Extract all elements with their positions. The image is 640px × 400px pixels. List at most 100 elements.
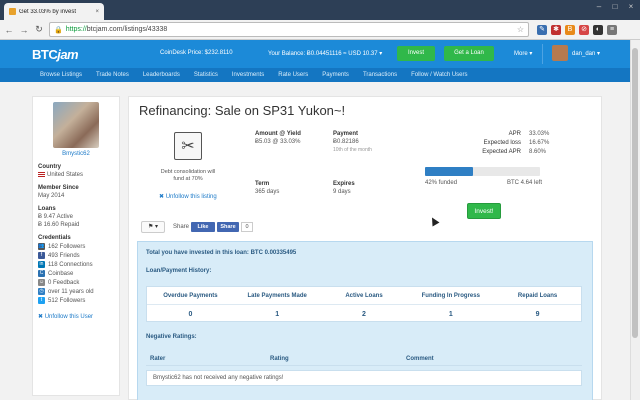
loans-repaid: Ƀ 16.60 Repaid [38, 222, 80, 229]
scissors-icon: ✂ [174, 132, 202, 160]
invest-now-button[interactable]: Invest! [467, 203, 501, 219]
credential-text: 512 Followers [48, 297, 86, 304]
maximize-icon[interactable]: □ [610, 3, 620, 11]
minimize-icon[interactable]: – [594, 3, 604, 11]
forward-icon[interactable]: → [19, 25, 29, 35]
credential-text: 162 Followers [48, 243, 86, 250]
linkedin-icon: in [38, 261, 45, 269]
unfollow-listing-link[interactable]: ✖ Unfollow this listing [159, 193, 217, 200]
extension-icon[interactable]: ✎ [537, 24, 547, 35]
url-input[interactable]: 🔒 https:// btcjam.com/listings/43338 ☆ [49, 22, 529, 37]
bitcoin-icon[interactable]: B [565, 24, 575, 35]
credential-item: in 118 Connections [38, 261, 114, 269]
nav-statistics[interactable]: Statistics [194, 72, 218, 78]
btcjam-logo[interactable]: BTCjam [32, 47, 79, 62]
table-header: Overdue Payments Late Payments Made Acti… [147, 287, 581, 305]
col-funding-in-progress: Funding In Progress [421, 292, 480, 299]
funding-progress-fill [425, 167, 474, 176]
nav-leaderboards[interactable]: Leaderboards [143, 72, 180, 78]
close-tab-icon[interactable]: × [95, 9, 99, 15]
col-overdue-payments: Overdue Payments [163, 292, 218, 299]
facebook-like-button[interactable]: Like [191, 222, 215, 232]
credentials-list: 👥 162 Followers f 493 Friends in 118 Connecti… [38, 243, 114, 305]
close-window-icon[interactable]: × [626, 3, 636, 11]
more-dropdown[interactable]: More ▾ [514, 50, 532, 57]
negative-ratings-header: Rater Rating Comment [146, 352, 582, 366]
credential-text: 118 Connections [48, 261, 93, 268]
member-since-label: Member Since [38, 185, 79, 192]
col-rater: Rater [150, 355, 166, 362]
nav-investments[interactable]: Investments [232, 72, 264, 78]
loans-active: Ƀ 9.47 Active [38, 214, 74, 221]
browser-tab[interactable]: Get 33.03% by invest × [4, 3, 104, 20]
extension-icon[interactable]: ◐ [593, 24, 603, 35]
user-avatar[interactable] [552, 45, 568, 61]
get-loan-button[interactable]: Get a Loan [444, 46, 494, 61]
facebook-share-button[interactable]: Share [217, 222, 239, 232]
credential-item: ◷ over 11 years old [38, 288, 114, 296]
site-header: BTCjam CoinDesk Price: $232.8110 Your Ba… [0, 40, 630, 68]
back-icon[interactable]: ← [4, 25, 14, 35]
scrollbar-thumb[interactable] [632, 48, 638, 338]
menu-icon[interactable]: ≡ [607, 24, 617, 35]
feedback-icon: ☺ [38, 279, 45, 287]
nav-browse-listings[interactable]: Browse Listings [40, 72, 82, 78]
credential-text: 493 Friends [48, 252, 80, 259]
nav-rate-users[interactable]: Rate Users [278, 72, 308, 78]
address-bar: ← → ↻ 🔒 https:// btcjam.com/listings/433… [0, 20, 640, 40]
invest-button[interactable]: Invest [397, 46, 435, 61]
extension-icon[interactable]: ✱ [551, 24, 561, 35]
credential-item: 👥 162 Followers [38, 243, 114, 251]
balance-dropdown[interactable]: Your Balance: Ƀ0.04451116 ≈ USD 10.37 ▾ [268, 50, 382, 57]
share-label: Share [173, 224, 190, 230]
negative-ratings-empty: Bmystic62 has not received any negative … [146, 370, 582, 386]
expires-label: Expires [333, 181, 355, 187]
payment-label: Payment [333, 131, 359, 137]
credential-item: C Coinbase [38, 270, 114, 278]
nav-follow-watch-users[interactable]: Follow / Watch Users [411, 72, 467, 78]
user-menu[interactable]: dan_dan ▾ [572, 50, 600, 57]
nav-trade-notes[interactable]: Trade Notes [96, 72, 129, 78]
extension-icons: ✎ ✱ B ⊘ ◐ ≡ [537, 24, 617, 35]
investment-info-box: Total you have invested in this loan: BT… [137, 241, 593, 400]
share-count: 0 [241, 222, 253, 232]
apr-value: 33.03% [529, 131, 550, 137]
repaid-loans-value[interactable]: 9 [494, 305, 581, 323]
amount-label: Amount @ Yield [255, 131, 301, 137]
funding-in-progress-value[interactable]: 1 [407, 305, 494, 323]
credential-item: t 512 Followers [38, 297, 114, 305]
borrower-profile-card: Bmystic62 Country United States Member S… [32, 96, 120, 396]
credential-text: over 11 years old [48, 288, 94, 295]
nav-payments[interactable]: Payments [322, 72, 349, 78]
funded-percent: 42% funded [425, 180, 458, 186]
tab-title: Get 33.03% by invest [19, 8, 77, 15]
col-active-loans: Active Loans [345, 292, 383, 299]
nav-transactions[interactable]: Transactions [363, 72, 397, 78]
window-controls: – □ × [594, 3, 636, 11]
amount-value: Ƀ5.03 @ 33.03% [255, 139, 301, 145]
expected-apr-label: Expected APR [482, 149, 521, 155]
country-value: United States [38, 172, 114, 178]
flag-dropdown-button[interactable]: ⚑ ▾ [141, 221, 165, 233]
overdue-payments-value[interactable]: 0 [147, 305, 234, 323]
payment-value: Ƀ0.82186 [333, 139, 359, 145]
credential-text: 0 Feedback [48, 279, 80, 286]
sub-navigation: Browse Listings Trade Notes Leaderboards… [0, 68, 630, 82]
borrower-name-link[interactable]: Bmystic62 [38, 151, 114, 157]
late-payments-value[interactable]: 1 [234, 305, 321, 323]
expected-loss-label: Expected loss [483, 140, 521, 146]
bookmark-star-icon[interactable]: ☆ [517, 25, 524, 34]
users-icon: 👥 [38, 243, 45, 251]
col-repaid-loans: Repaid Loans [517, 292, 558, 299]
extension-icon[interactable]: ⊘ [579, 24, 589, 35]
unfollow-user-link[interactable]: ✖ Unfollow this User [38, 313, 114, 320]
active-loans-value[interactable]: 2 [321, 305, 408, 323]
total-invested: Total you have invested in this loan: BT… [146, 250, 297, 256]
loan-history-table: Overdue Payments Late Payments Made Acti… [146, 286, 582, 322]
url-scheme: https:// [65, 26, 87, 33]
borrower-photo[interactable] [53, 102, 99, 148]
listing-panel: Refinancing: Sale on SP31 Yukon~! ✂ Debt… [128, 96, 602, 400]
loans-label: Loans [38, 206, 56, 213]
category-caption: Debt consolidation will fund at 70% [160, 169, 216, 182]
reload-icon[interactable]: ↻ [34, 24, 44, 35]
